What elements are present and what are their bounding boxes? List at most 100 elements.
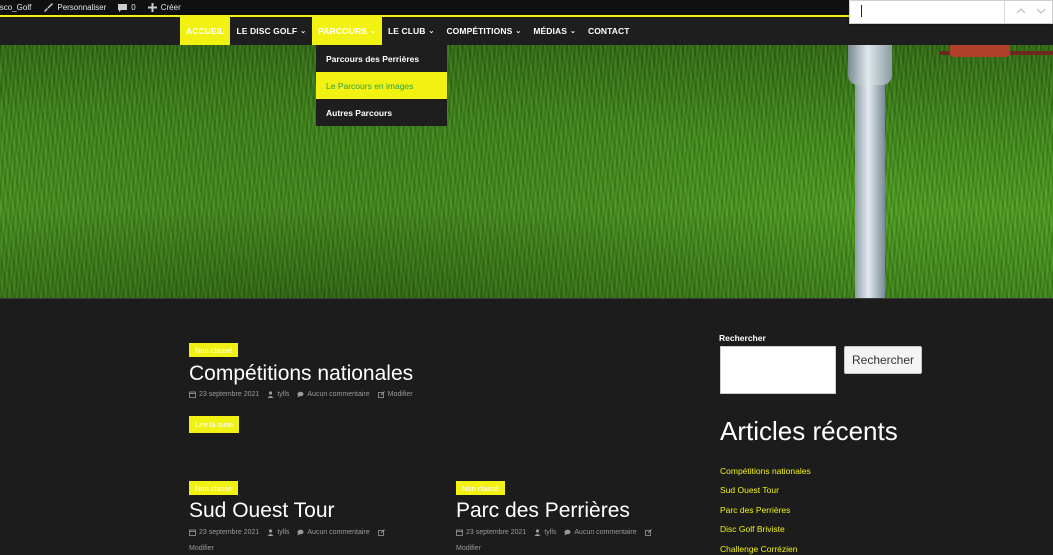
recent-posts-title: Articles récents: [720, 416, 898, 446]
chevron-down-icon: ⌄: [428, 28, 435, 35]
post-edit-label[interactable]: Modifier: [456, 545, 481, 552]
post-comments[interactable]: Aucun commentaire: [564, 529, 637, 536]
post-comments-label: Aucun commentaire: [574, 529, 637, 536]
nav-item-le-disc-golf[interactable]: LE DISC GOLF ⌄: [230, 17, 312, 45]
post-title[interactable]: Compétitions nationales: [189, 362, 413, 386]
post-meta: 23 septembre 2021 tylls Aucun commentair…: [189, 391, 421, 398]
post-date[interactable]: 23 septembre 2021: [456, 529, 526, 536]
recent-posts-list: Compétitions nationales Sud Ouest Tour P…: [720, 461, 811, 555]
post-comments[interactable]: Aucun commentaire: [297, 391, 370, 398]
nav-item-accueil[interactable]: ACCUEIL: [180, 17, 231, 45]
admin-site-link[interactable]: isco_Golf: [0, 3, 31, 12]
post-meta: 23 septembre 2021 tylls Aucun commentair…: [189, 529, 396, 536]
user-icon: [534, 529, 541, 536]
admin-create-label: Créer: [160, 3, 181, 12]
recent-post-link[interactable]: Compétitions nationales: [720, 461, 811, 481]
admin-site-name: isco_Golf: [0, 3, 32, 12]
nav-label: LE CLUB: [387, 26, 426, 36]
user-icon: [267, 529, 274, 536]
category-badge[interactable]: Non classé: [189, 343, 239, 357]
post-date[interactable]: 23 septembre 2021: [189, 391, 259, 398]
recent-post-link[interactable]: Disc Golf Briviste: [720, 520, 811, 540]
recent-post-link[interactable]: Parc des Perrières: [720, 500, 811, 520]
post-author-label: tylls: [277, 529, 290, 536]
basket-band: [950, 45, 1010, 57]
user-icon: [267, 391, 274, 398]
comment-icon: [118, 3, 128, 12]
category-badge[interactable]: Non classé: [189, 481, 239, 495]
post-meta: 23 septembre 2021 tylls Aucun commentair…: [456, 529, 663, 536]
recent-post-link[interactable]: Challenge Corrézien: [720, 539, 811, 555]
edit-icon: [644, 529, 652, 536]
post-comments-label: Aucun commentaire: [307, 529, 370, 536]
dropdown-item-autres-parcours[interactable]: Autres Parcours: [316, 99, 447, 126]
dropdown-item-parcours-images[interactable]: Le Parcours en images: [316, 72, 447, 99]
chevron-down-icon: ⌄: [369, 28, 376, 35]
nav-label: CONTACT: [587, 26, 630, 36]
post-author[interactable]: tylls: [267, 529, 289, 536]
nav-item-contact[interactable]: CONTACT: [582, 17, 636, 45]
post-author-label: tylls: [544, 529, 557, 536]
post-author-label: tylls: [277, 391, 290, 398]
dropdown-label: Parcours des Perrières: [326, 53, 420, 64]
main-nav: ACCUEIL LE DISC GOLF ⌄ PARCOURS ⌄ LE CLUB ⌄…: [180, 17, 636, 45]
admin-create-link[interactable]: Créer: [147, 3, 181, 12]
nav-item-medias[interactable]: MÉDIAS ⌄: [527, 17, 582, 45]
chevron-up-icon[interactable]: [1016, 6, 1026, 16]
dropdown-item-parcours-perrieres[interactable]: Parcours des Perrières: [316, 45, 447, 72]
read-more-button[interactable]: Lire la suite: [189, 416, 240, 433]
post-author[interactable]: tylls: [267, 391, 289, 398]
calendar-icon: [189, 391, 196, 398]
post-date-label: 23 septembre 2021: [466, 529, 527, 536]
post-comments[interactable]: Aucun commentaire: [297, 529, 370, 536]
comment-icon: [297, 391, 304, 398]
hero-image: [0, 45, 1053, 298]
post-date[interactable]: 23 septembre 2021: [189, 529, 259, 536]
admin-customize-link[interactable]: Personnaliser: [43, 3, 106, 12]
search-button[interactable]: Rechercher: [844, 346, 922, 374]
post-edit-label: Modifier: [387, 391, 413, 398]
nav-item-competitions[interactable]: COMPÉTITIONS ⌄: [440, 17, 527, 45]
dropdown-label: Le Parcours en images: [326, 80, 414, 91]
post-edit-label[interactable]: Modifier: [189, 545, 214, 552]
post-title[interactable]: Parc des Perrières: [456, 499, 630, 523]
post-edit-icon-wrap[interactable]: [377, 529, 388, 536]
search-widget-label: Rechercher: [719, 333, 766, 343]
post-author[interactable]: tylls: [534, 529, 556, 536]
find-input[interactable]: [861, 5, 862, 17]
chevron-down-icon: ⌄: [300, 28, 307, 35]
admin-comments-count: 0: [131, 3, 136, 12]
find-bar: [849, 0, 1053, 24]
chevron-down-icon[interactable]: [1036, 6, 1046, 16]
calendar-icon: [456, 529, 463, 536]
brush-icon: [44, 3, 54, 12]
section-divider: [0, 298, 1053, 299]
post-comments-label: Aucun commentaire: [307, 391, 370, 398]
post-title[interactable]: Sud Ouest Tour: [189, 499, 335, 523]
category-badge[interactable]: Non classé: [456, 481, 506, 495]
nav-item-le-club[interactable]: LE CLUB ⌄: [382, 17, 441, 45]
recent-post-link[interactable]: Sud Ouest Tour: [720, 481, 811, 501]
admin-customize-label: Personnaliser: [57, 3, 107, 12]
hero-shade: [0, 45, 1053, 298]
nav-label: PARCOURS: [318, 26, 367, 36]
chevron-down-icon: ⌄: [515, 28, 522, 35]
plus-icon: [147, 3, 157, 12]
chevron-down-icon: ⌄: [569, 28, 576, 35]
nav-label: LE DISC GOLF: [236, 26, 298, 36]
edit-icon: [377, 391, 385, 398]
comment-icon: [297, 529, 304, 536]
post-date-label: 23 septembre 2021: [199, 529, 260, 536]
nav-label: ACCUEIL: [186, 26, 225, 36]
calendar-icon: [189, 529, 196, 536]
post-edit-icon-wrap[interactable]: [644, 529, 655, 536]
nav-item-parcours[interactable]: PARCOURS ⌄: [312, 17, 382, 45]
parcours-dropdown: Parcours des Perrières Le Parcours en im…: [316, 45, 447, 126]
admin-comments-link[interactable]: 0: [118, 3, 136, 12]
post-edit[interactable]: Modifier: [377, 391, 413, 398]
basket-pole-collar: [848, 45, 892, 85]
nav-label: MÉDIAS: [533, 26, 567, 36]
search-input[interactable]: [720, 346, 836, 394]
nav-label: COMPÉTITIONS: [446, 26, 513, 36]
edit-icon: [377, 529, 385, 536]
